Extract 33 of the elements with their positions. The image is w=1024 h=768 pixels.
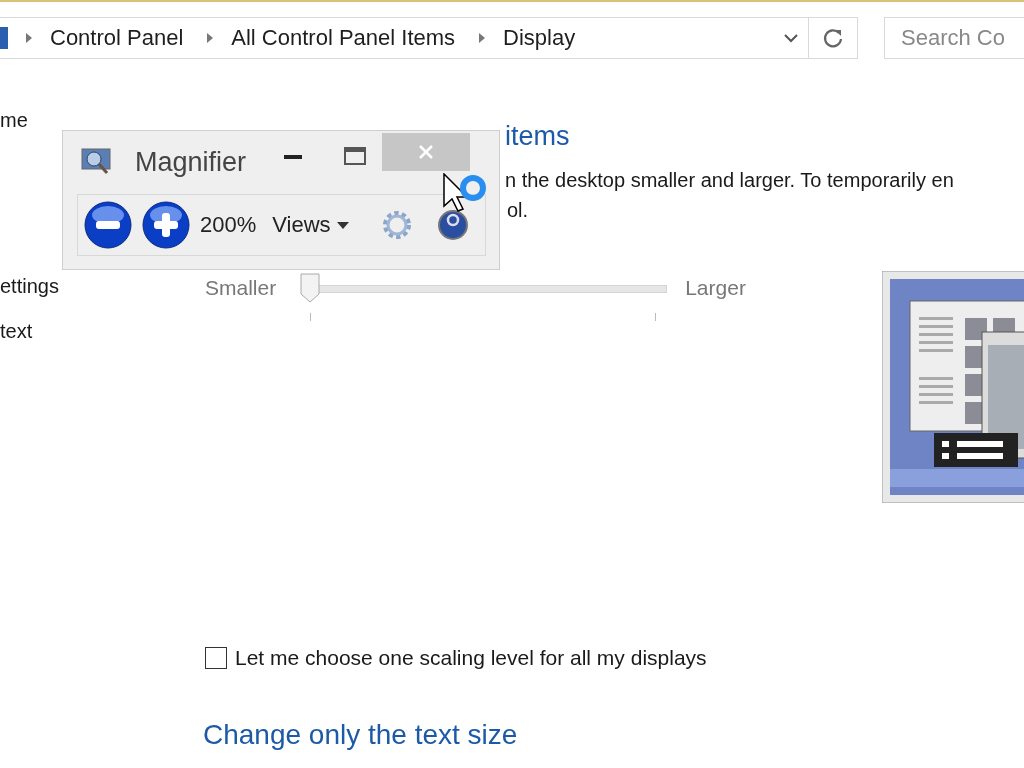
breadcrumb-item[interactable]: All Control Panel Items (225, 25, 462, 51)
zoom-level: 200% (200, 212, 257, 238)
search-field[interactable]: Search Co (884, 17, 1024, 59)
caret-icon (336, 221, 349, 229)
refresh-icon[interactable] (822, 27, 844, 49)
breadcrumb-arrow-icon[interactable] (207, 33, 214, 43)
checkbox-label[interactable]: Let me choose one scaling level for all my displays (235, 646, 707, 670)
sidebar-link[interactable]: me (0, 107, 205, 133)
views-menu[interactable]: Views (272, 212, 349, 238)
breadcrumb-arrow-icon[interactable] (26, 33, 32, 43)
help-icon[interactable] (436, 209, 469, 241)
busy-icon (458, 173, 488, 203)
slider-thumb[interactable] (300, 273, 321, 303)
zoom-in-button[interactable] (142, 201, 190, 249)
close-icon (418, 144, 435, 160)
size-slider[interactable] (300, 271, 668, 321)
sidebar-link[interactable]: text (0, 318, 205, 344)
zoom-out-button[interactable] (84, 201, 132, 249)
minimize-icon[interactable] (284, 155, 303, 159)
description-text: n the desktop smaller and larger. To temporarily en (505, 168, 954, 193)
window-title: Magnifier (135, 147, 247, 178)
breadcrumb-item[interactable]: Display (497, 25, 582, 51)
slider-min-label: Smaller (205, 275, 277, 301)
breadcrumb-item[interactable]: Control Panel (44, 25, 190, 51)
section-heading: Change only the text size (203, 718, 518, 752)
checkbox[interactable] (205, 647, 227, 669)
slider-max-label: Larger (685, 275, 746, 301)
magnifier-app-icon (81, 147, 113, 177)
maximize-icon[interactable] (344, 147, 367, 165)
section-heading: items (505, 120, 570, 153)
description-text: ol. (507, 198, 529, 223)
breadcrumb-arrow-icon[interactable] (479, 33, 486, 43)
sidebar-link[interactable]: ettings (0, 273, 205, 299)
